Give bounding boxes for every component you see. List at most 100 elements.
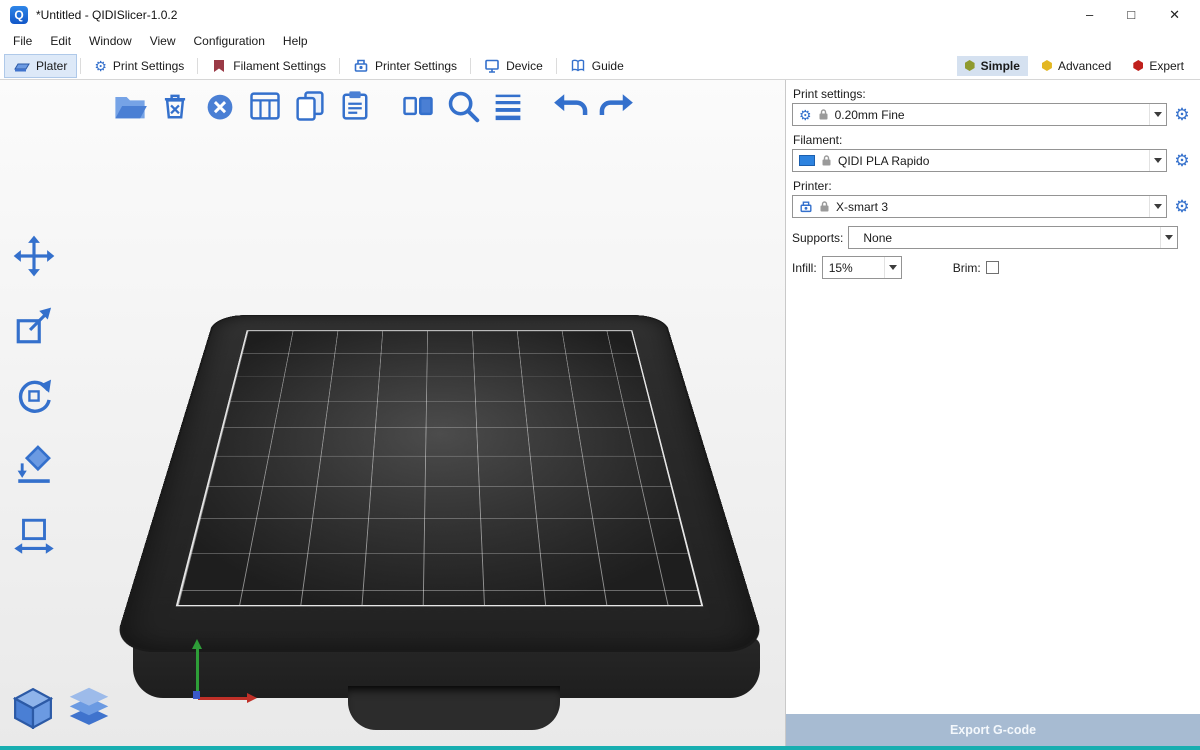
mode-label: Advanced bbox=[1058, 59, 1111, 73]
paste-button[interactable] bbox=[335, 86, 375, 126]
tab-printer-settings[interactable]: Printer Settings bbox=[343, 54, 467, 78]
advanced-mode-icon bbox=[1042, 60, 1052, 71]
scale-icon bbox=[13, 305, 55, 347]
variable-layer-height-button[interactable] bbox=[488, 86, 528, 126]
tab-separator bbox=[470, 58, 471, 74]
mode-label: Expert bbox=[1149, 59, 1184, 73]
object-toolbar bbox=[110, 86, 636, 126]
tab-guide[interactable]: Guide bbox=[560, 54, 634, 78]
printer-combo[interactable]: X-smart 3 bbox=[792, 195, 1167, 218]
tab-separator bbox=[556, 58, 557, 74]
edit-print-settings-button[interactable]: ⚙ bbox=[1172, 106, 1192, 123]
3d-view-button[interactable] bbox=[10, 684, 56, 730]
scale-button[interactable] bbox=[10, 302, 58, 350]
minimize-button[interactable]: – bbox=[1086, 7, 1093, 23]
menu-help[interactable]: Help bbox=[274, 32, 317, 50]
infill-row: Infill: 15% Brim: bbox=[792, 256, 1192, 279]
measure-width-button[interactable] bbox=[10, 512, 58, 560]
menu-edit[interactable]: Edit bbox=[41, 32, 80, 50]
printer-row: X-smart 3 ⚙ bbox=[792, 195, 1192, 218]
trash-icon bbox=[157, 88, 193, 124]
menu-view[interactable]: View bbox=[141, 32, 185, 50]
guide-icon bbox=[570, 58, 586, 74]
export-gcode-button[interactable]: Export G-code bbox=[786, 714, 1200, 746]
rotate-icon bbox=[13, 375, 55, 417]
menu-file[interactable]: File bbox=[4, 32, 41, 50]
tab-label: Filament Settings bbox=[233, 59, 326, 73]
print-bed bbox=[112, 315, 767, 652]
edit-printer-button[interactable]: ⚙ bbox=[1172, 198, 1192, 215]
move-button[interactable] bbox=[10, 232, 58, 280]
device-icon bbox=[484, 58, 500, 74]
layers-view-button[interactable] bbox=[66, 684, 112, 730]
close-button[interactable]: ✕ bbox=[1169, 7, 1180, 23]
tab-print-settings[interactable]: ⚙ Print Settings bbox=[84, 55, 194, 77]
mode-label: Simple bbox=[981, 59, 1020, 73]
tab-separator bbox=[80, 58, 81, 74]
chevron-down-icon bbox=[1149, 104, 1166, 125]
arrange-button[interactable] bbox=[245, 86, 285, 126]
brim-label: Brim: bbox=[953, 261, 981, 275]
tab-device[interactable]: Device bbox=[474, 54, 553, 78]
mode-selector: Simple Advanced Expert bbox=[957, 56, 1196, 76]
search-button[interactable] bbox=[443, 86, 483, 126]
manipulation-toolbar bbox=[10, 232, 58, 560]
menu-bar: File Edit Window View Configuration Help bbox=[0, 30, 1200, 52]
mode-expert[interactable]: Expert bbox=[1125, 56, 1192, 76]
split-button[interactable] bbox=[398, 86, 438, 126]
mode-simple[interactable]: Simple bbox=[957, 56, 1028, 76]
chevron-down-icon bbox=[1149, 150, 1166, 171]
chevron-down-icon bbox=[884, 257, 901, 278]
maximize-button[interactable]: □ bbox=[1127, 7, 1135, 23]
open-folder-icon bbox=[112, 88, 148, 124]
delete-button[interactable] bbox=[155, 86, 195, 126]
tab-label: Printer Settings bbox=[375, 59, 457, 73]
title-bar: Q *Untitled - QIDISlicer-1.0.2 – □ ✕ bbox=[0, 0, 1200, 30]
supports-row: Supports: None bbox=[792, 226, 1192, 249]
cube-3d-icon bbox=[11, 685, 55, 729]
undo-icon bbox=[553, 88, 589, 124]
print-bed-handle bbox=[348, 686, 560, 730]
rotate-button[interactable] bbox=[10, 372, 58, 420]
infill-value: 15% bbox=[829, 261, 879, 275]
expert-mode-icon bbox=[1133, 60, 1143, 71]
brim-checkbox[interactable] bbox=[986, 261, 999, 274]
undo-button[interactable] bbox=[551, 86, 591, 126]
tab-bar: Plater ⚙ Print Settings Filament Setting… bbox=[0, 52, 1200, 80]
infill-label: Infill: bbox=[792, 261, 817, 275]
app-icon: Q bbox=[10, 6, 28, 24]
mode-advanced[interactable]: Advanced bbox=[1034, 56, 1119, 76]
chevron-down-icon bbox=[1160, 227, 1177, 248]
arrange-icon bbox=[247, 88, 283, 124]
tab-label: Guide bbox=[592, 59, 624, 73]
infill-combo[interactable]: 15% bbox=[822, 256, 902, 279]
menu-configuration[interactable]: Configuration bbox=[185, 32, 274, 50]
print-settings-combo[interactable]: ⚙ 0.20mm Fine bbox=[792, 103, 1167, 126]
print-settings-label: Print settings: bbox=[793, 87, 1192, 101]
printer-icon bbox=[799, 200, 813, 214]
lock-icon bbox=[820, 154, 833, 167]
tab-filament-settings[interactable]: Filament Settings bbox=[201, 54, 336, 78]
tab-label: Print Settings bbox=[113, 59, 184, 73]
copy-button[interactable] bbox=[290, 86, 330, 126]
tab-label: Plater bbox=[36, 59, 67, 73]
3d-viewport[interactable] bbox=[0, 80, 785, 746]
paste-icon bbox=[337, 88, 373, 124]
plater-icon bbox=[14, 58, 30, 74]
supports-combo[interactable]: None bbox=[848, 226, 1178, 249]
filament-combo[interactable]: QIDI PLA Rapido bbox=[792, 149, 1167, 172]
filament-label: Filament: bbox=[793, 133, 1192, 147]
menu-window[interactable]: Window bbox=[80, 32, 141, 50]
delete-all-button[interactable] bbox=[200, 86, 240, 126]
mode-color-bar bbox=[0, 746, 1200, 750]
move-icon bbox=[13, 235, 55, 277]
tab-separator bbox=[339, 58, 340, 74]
tab-plater[interactable]: Plater bbox=[4, 54, 77, 78]
edit-filament-button[interactable]: ⚙ bbox=[1172, 152, 1192, 169]
main-area: Print settings: ⚙ 0.20mm Fine ⚙ Filament… bbox=[0, 80, 1200, 746]
redo-button[interactable] bbox=[596, 86, 636, 126]
tab-label: Device bbox=[506, 59, 543, 73]
place-on-face-button[interactable] bbox=[10, 442, 58, 490]
open-project-button[interactable] bbox=[110, 86, 150, 126]
lock-icon bbox=[817, 108, 830, 121]
